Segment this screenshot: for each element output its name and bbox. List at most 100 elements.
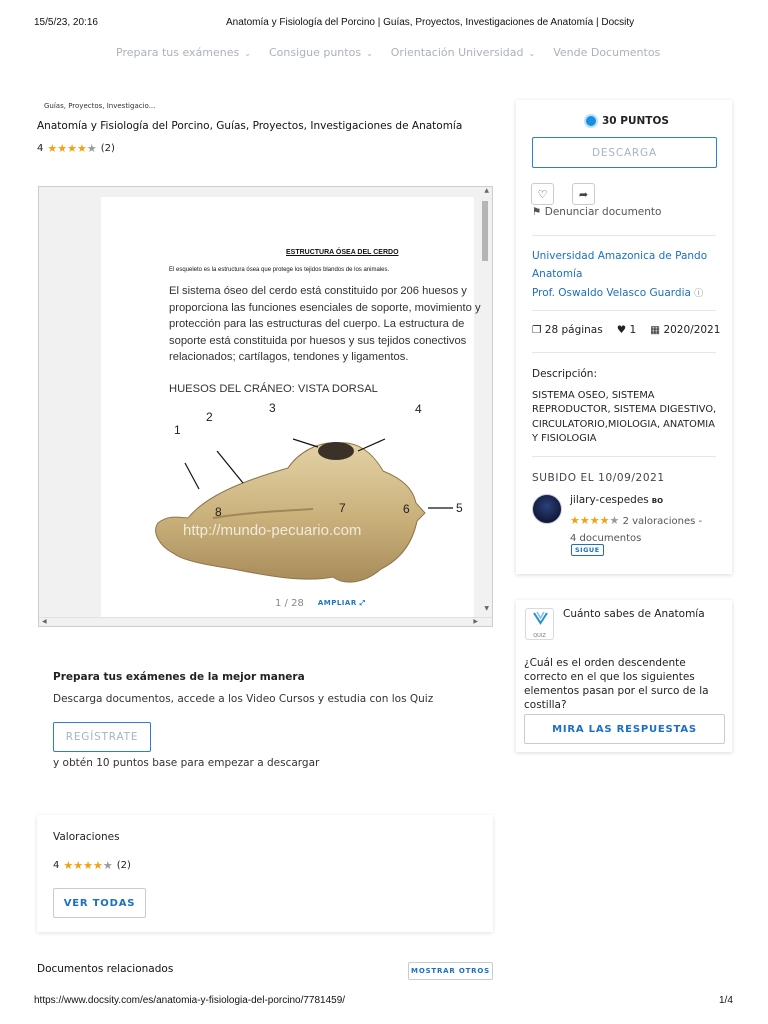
callout-3: 3 <box>269 401 276 415</box>
follow-button[interactable]: SIGUE <box>571 544 604 556</box>
ratings-card: Valoraciones 4 ★★★★★ (2) VER TODAS <box>37 815 493 932</box>
calendar-icon: ▦ <box>650 324 661 336</box>
nav-item-label: Orientación Universidad <box>390 46 524 59</box>
nav-item-label: Vende Documentos <box>553 46 661 59</box>
horizontal-scrollbar[interactable] <box>39 617 492 626</box>
rating-count: (2) <box>100 143 115 154</box>
star-filled-icon: ★ <box>63 859 74 872</box>
promo-title: Prepara tus exámenes de la mejor manera <box>53 671 305 683</box>
description-label: Descripción: <box>532 368 597 380</box>
scroll-right-icon[interactable]: ▶ <box>473 618 478 625</box>
star-empty-icon: ★ <box>86 142 97 155</box>
star-filled-icon: ★ <box>77 142 87 155</box>
skull-orbit <box>318 442 354 460</box>
points-value: 30 PUNTOS <box>602 115 669 127</box>
skull-shape <box>155 442 426 583</box>
chevron-down-icon: ⌄ <box>528 49 536 58</box>
professor-name: Prof. Oswaldo Velasco Guardia <box>532 287 691 299</box>
see-all-button[interactable]: VER TODAS <box>53 888 146 918</box>
rating-value: 4 <box>37 143 44 154</box>
sidebar-card: 30 PUNTOS DESCARGA ♡ ➦ ⚑ Denunciar docum… <box>516 100 732 574</box>
page-counter: 1 / 28 <box>275 597 304 609</box>
callout-1: 1 <box>174 423 181 437</box>
ratings-count: (2) <box>116 860 131 871</box>
points-coin-icon <box>584 114 598 128</box>
ratings-title: Valoraciones <box>53 831 120 843</box>
see-answers-button[interactable]: MIRA LAS RESPUESTAS <box>524 714 725 744</box>
divider <box>532 352 716 353</box>
star-filled-icon: ★ <box>570 514 580 527</box>
download-button[interactable]: DESCARGA <box>532 137 717 168</box>
heart-icon: ♡ <box>537 187 548 201</box>
university-link[interactable]: Universidad Amazonica de Pando <box>532 250 707 262</box>
nav-item-exams[interactable]: Prepara tus exámenes ⌄ <box>116 46 251 59</box>
star-filled-icon: ★ <box>599 514 610 527</box>
uploader-username: jilary-cespedes <box>570 494 649 506</box>
breadcrumb[interactable]: Guías, Proyectos, Investigacio... <box>44 102 155 110</box>
report-label: Denunciar documento <box>544 206 662 218</box>
likes-count: ♥ 1 <box>617 324 636 336</box>
scroll-up-icon[interactable]: ▲ <box>484 187 489 194</box>
uploader-name[interactable]: jilary-cespedes BO <box>570 494 720 506</box>
document-viewer[interactable]: ESTRUCTURA ÓSEA DEL CERDO El esqueleto e… <box>38 186 493 627</box>
print-url: https://www.docsity.com/es/anatomia-y-fi… <box>34 995 346 1006</box>
nav-item-sell[interactable]: Vende Documentos <box>553 46 660 59</box>
points-label: 30 PUNTOS <box>584 114 669 128</box>
likes-value: 1 <box>629 324 637 336</box>
page-intro: El esqueleto es la estructura ósea que p… <box>169 267 390 273</box>
ratings-value: 4 <box>53 860 60 871</box>
top-nav: Prepara tus exámenes ⌄ Consigue puntos ⌄ O… <box>116 46 660 59</box>
page-heading: ESTRUCTURA ÓSEA DEL CERDO <box>286 249 399 256</box>
quiz-logo-icon <box>533 611 548 625</box>
register-button[interactable]: REGÍSTRATE <box>53 722 151 752</box>
print-title: Anatomía y Fisiología del Porcino | Guía… <box>226 17 635 28</box>
zoom-label: AMPLIAR <box>317 598 357 607</box>
callout-4: 4 <box>415 402 422 416</box>
quiz-question: ¿Cuál es el orden descendente correcto e… <box>524 657 709 711</box>
nav-item-points[interactable]: Consigue puntos ⌄ <box>269 46 373 59</box>
print-datetime: 15/5/23, 20:16 <box>34 17 98 28</box>
zoom-button[interactable]: AMPLIAR ⤢ <box>318 599 366 608</box>
related-title: Documentos relacionados <box>37 963 174 975</box>
scrollbar-thumb[interactable] <box>482 201 488 261</box>
star-filled-icon: ★ <box>93 859 103 872</box>
quiz-card: QUIZ Cuánto sabes de Anatomía ¿Cuál es e… <box>516 600 732 752</box>
pages-count: ❐ 28 páginas <box>532 324 603 336</box>
page-title: Anatomía y Fisiología del Porcino, Guías… <box>37 120 463 132</box>
star-filled-icon: ★ <box>83 859 93 872</box>
upload-date: SUBIDO EL 10/09/2021 <box>532 472 665 484</box>
image-watermark: http://mundo-pecuario.com <box>183 522 362 539</box>
promo-text: Descarga documentos, accede a los Video … <box>53 693 434 705</box>
divider <box>532 456 716 457</box>
ratings-stars: ★★★★★ <box>63 859 112 872</box>
nav-item-label: Prepara tus exámenes <box>116 46 240 59</box>
rating-stars: ★★★★★ <box>47 142 96 155</box>
heart-filled-icon: ♥ <box>616 324 627 336</box>
report-link[interactable]: ⚑ Denunciar documento <box>532 206 661 218</box>
nav-item-label: Consigue puntos <box>268 46 362 59</box>
page-subheading: HUESOS DEL CRÁNEO: VISTA DORSAL <box>169 383 378 395</box>
info-icon[interactable]: ⓘ <box>694 289 703 299</box>
show-more-button[interactable]: MOSTRAR OTROS <box>408 962 493 980</box>
page-body: El sistema óseo del cerdo está constitui… <box>169 285 481 364</box>
callout-2: 2 <box>206 410 213 424</box>
avatar[interactable] <box>532 494 562 524</box>
callout-5: 5 <box>456 501 463 515</box>
pages-label: 28 páginas <box>544 324 603 336</box>
nav-item-university[interactable]: Orientación Universidad ⌄ <box>391 46 535 59</box>
like-button[interactable]: ♡ <box>531 183 554 205</box>
country-badge: BO <box>651 497 664 505</box>
star-filled-icon: ★ <box>73 859 84 872</box>
scroll-left-icon[interactable]: ◀ <box>42 618 47 625</box>
quiz-title: Cuánto sabes de Anatomía <box>563 608 705 620</box>
callout-6: 6 <box>403 502 410 516</box>
subject-link[interactable]: Anatomía <box>532 268 582 280</box>
skull-image <box>155 438 453 583</box>
star-filled-icon: ★ <box>47 142 58 155</box>
scroll-down-icon[interactable]: ▼ <box>484 605 489 612</box>
document-page: ESTRUCTURA ÓSEA DEL CERDO El esqueleto e… <box>101 197 481 617</box>
professor-link[interactable]: Prof. Oswaldo Velasco Guardia ⓘ <box>532 286 703 299</box>
star-filled-icon: ★ <box>67 142 77 155</box>
page-indicator: 1 / 28 AMPLIAR ⤢ <box>263 590 388 616</box>
share-button[interactable]: ➦ <box>572 183 595 205</box>
